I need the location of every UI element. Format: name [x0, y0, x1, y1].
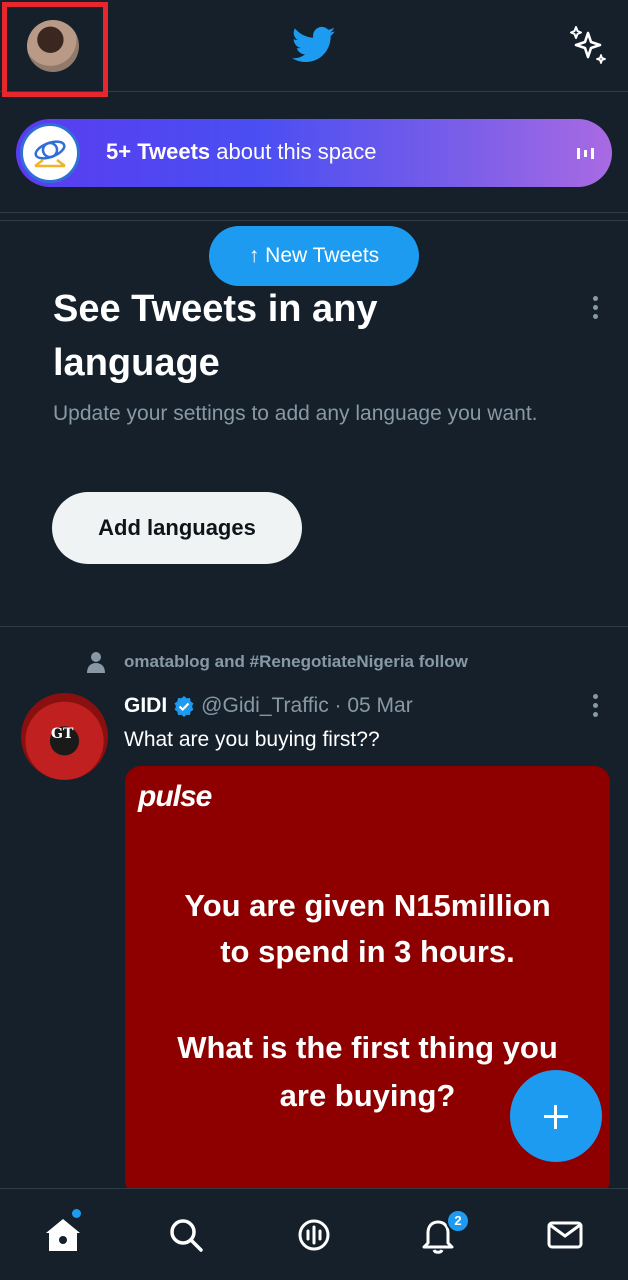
notification-count-badge: 2	[446, 1209, 470, 1233]
tweet-author-avatar[interactable]: GT	[21, 693, 108, 780]
home-unread-dot	[72, 1209, 81, 1218]
divider	[0, 212, 628, 213]
profile-avatar[interactable]	[27, 20, 79, 72]
person-icon	[87, 652, 105, 673]
pulse-logo: pulse	[138, 780, 212, 813]
twitter-bird-icon	[292, 26, 336, 63]
more-options-icon[interactable]	[591, 296, 599, 322]
messages-icon[interactable]	[545, 1215, 585, 1255]
social-context: omatablog and #RenegotiateNigeria follow	[86, 650, 468, 674]
divider	[0, 220, 628, 221]
tweet-text: What are you buying first??	[124, 728, 380, 751]
divider	[0, 626, 628, 627]
new-tweets-pill[interactable]: ↑ New Tweets	[209, 226, 419, 286]
space-logo-icon	[20, 123, 80, 183]
audio-bars-icon	[577, 148, 594, 159]
compose-tweet-button[interactable]	[510, 1070, 602, 1162]
language-prompt-title: See Tweets in any language	[53, 288, 378, 384]
image-text-line: You are given N15million	[184, 888, 551, 923]
verified-badge-icon	[174, 696, 194, 717]
space-banner[interactable]: 5+ Tweets about this space	[16, 119, 612, 187]
image-text-line: to spend in 3 hours.	[220, 934, 515, 969]
add-languages-button[interactable]: Add languages	[52, 492, 302, 564]
image-text-line: What is the first thing you	[177, 1030, 558, 1065]
tweet-author-name[interactable]: GIDI	[124, 694, 167, 718]
tweet-more-icon[interactable]	[591, 694, 599, 720]
social-context-text: omatablog and #RenegotiateNigeria follow	[124, 652, 468, 671]
tweet-handle-date: @Gidi_Traffic · 05 Mar	[201, 694, 413, 717]
home-icon[interactable]	[43, 1215, 83, 1255]
language-prompt-subtitle: Update your settings to add any language…	[53, 402, 538, 425]
spaces-icon[interactable]	[294, 1215, 334, 1255]
space-banner-text: 5+ Tweets about this space	[106, 139, 377, 164]
bottom-nav: 2	[0, 1188, 628, 1280]
avatar-initials: GT	[51, 726, 74, 742]
search-icon[interactable]	[166, 1215, 206, 1255]
top-app-bar	[0, 0, 628, 97]
tweet-header: GIDI @Gidi_Traffic · 05 Mar	[124, 692, 413, 720]
sparkle-icon[interactable]	[568, 25, 608, 65]
